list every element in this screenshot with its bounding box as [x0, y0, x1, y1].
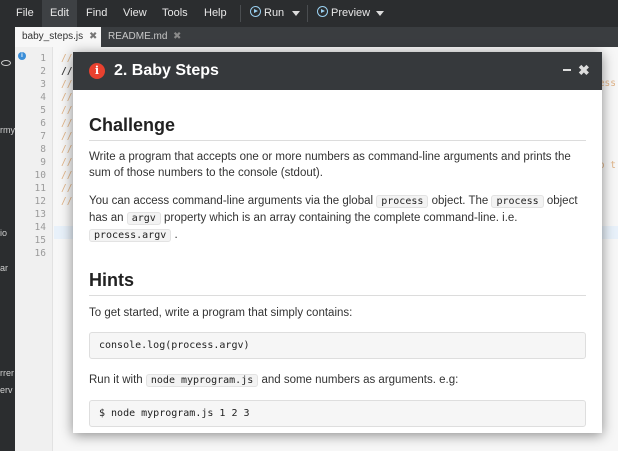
- preview-dropdown-chevron-icon[interactable]: [376, 11, 384, 16]
- dialog-title: 2. Baby Steps: [114, 62, 219, 79]
- challenge-paragraph-2: You can access command-line arguments vi…: [89, 193, 586, 244]
- dialog-header: i 2. Baby Steps ✖: [73, 52, 602, 90]
- inline-code: process: [491, 195, 544, 208]
- code-block: $ node myprogram.js 1 2 3: [89, 400, 586, 427]
- inline-code: process: [376, 195, 429, 208]
- challenge-paragraph: Write a program that accepts one or more…: [89, 151, 571, 179]
- menu-view[interactable]: View: [115, 0, 155, 27]
- minimize-icon[interactable]: [563, 69, 571, 71]
- tab-label: baby_steps.js: [22, 31, 84, 42]
- tab-readme[interactable]: README.md ✖: [101, 27, 187, 47]
- challenge-heading: Challenge: [89, 115, 176, 135]
- line-number: 10: [34, 170, 46, 181]
- line-number: 15: [34, 235, 46, 246]
- run-dropdown-chevron-icon[interactable]: [292, 11, 300, 16]
- menu-divider: [240, 5, 241, 22]
- line-number: 7: [40, 131, 46, 142]
- left-panel: rmy io ar rrer erv: [0, 27, 15, 451]
- heading-divider: [89, 295, 586, 296]
- close-tab-icon[interactable]: ✖: [89, 27, 97, 47]
- line-number: 12: [34, 196, 46, 207]
- code-line[interactable]: //: [61, 78, 72, 91]
- code-line[interactable]: //: [61, 195, 72, 208]
- hints-paragraph-2: Run it with node myprogram.js and some n…: [89, 372, 586, 389]
- inline-code: argv: [126, 212, 161, 225]
- line-number: 5: [40, 105, 46, 116]
- tab-label: README.md: [108, 31, 168, 42]
- code-line[interactable]: //: [61, 130, 72, 143]
- close-icon[interactable]: ✖: [578, 62, 590, 79]
- close-tab-icon[interactable]: ✖: [173, 27, 181, 47]
- line-number: 2: [40, 66, 46, 77]
- line-number: 13: [34, 209, 46, 220]
- heading-divider: [89, 140, 586, 141]
- panel-text-fragment: erv: [0, 385, 13, 395]
- line-number: 11: [34, 183, 46, 194]
- text-run: .: [171, 229, 178, 241]
- play-icon: [250, 6, 261, 17]
- code-line[interactable]: //: [61, 117, 72, 130]
- line-number: 4: [40, 92, 46, 103]
- code-line[interactable]: //: [61, 104, 72, 117]
- hints-heading: Hints: [89, 270, 134, 290]
- line-number: 8: [40, 144, 46, 155]
- panel-text-fragment: ar: [0, 263, 9, 273]
- code-line[interactable]: //: [61, 52, 72, 65]
- inline-code: node myprogram.js: [145, 374, 259, 387]
- menu-help[interactable]: Help: [196, 0, 235, 27]
- menu-divider: [307, 5, 308, 22]
- menu-tools[interactable]: Tools: [154, 0, 196, 27]
- line-number: 14: [34, 222, 46, 233]
- line-number: 3: [40, 79, 46, 90]
- run-button[interactable]: Run: [242, 0, 292, 27]
- eye-icon[interactable]: [1, 60, 11, 66]
- inline-code: process.argv: [89, 229, 172, 242]
- tab-bar: baby_steps.js ✖ README.md ✖: [15, 27, 618, 47]
- code-block: console.log(process.argv): [89, 332, 586, 359]
- code-line[interactable]: //: [61, 143, 72, 156]
- info-icon: i: [89, 63, 105, 79]
- menu-edit[interactable]: Edit: [42, 0, 77, 27]
- lesson-dialog: i 2. Baby Steps ✖ Challenge Write a prog…: [73, 52, 602, 433]
- preview-label: Preview: [331, 7, 371, 19]
- code-line[interactable]: //: [61, 169, 72, 182]
- code-line[interactable]: //: [61, 156, 72, 169]
- panel-text-fragment: io: [0, 228, 8, 238]
- code-line[interactable]: //: [61, 65, 72, 78]
- menu-bar: File Edit Find View Tools Help Run Previ…: [0, 0, 618, 27]
- code-line[interactable]: //: [61, 182, 72, 195]
- preview-button[interactable]: Preview: [309, 0, 378, 27]
- hints-paragraph: To get started, write a program that sim…: [89, 307, 353, 319]
- run-label: Run: [264, 7, 285, 19]
- text-run: object. The: [428, 195, 492, 207]
- line-number: 16: [34, 248, 46, 259]
- tab-baby-steps[interactable]: baby_steps.js ✖: [15, 27, 101, 47]
- text-run: You can access command-line arguments vi…: [89, 195, 377, 207]
- line-number: 6: [40, 118, 46, 129]
- text-run: and some numbers as arguments. e.g:: [258, 374, 459, 386]
- panel-text-fragment: rrer: [0, 368, 14, 378]
- play-icon: [317, 6, 328, 17]
- text-run: property which is an array containing th…: [160, 212, 518, 224]
- code-line[interactable]: //: [61, 91, 72, 104]
- line-number: 9: [40, 157, 46, 168]
- menu-find[interactable]: Find: [78, 0, 115, 27]
- panel-text-fragment: rmy: [0, 125, 15, 135]
- text-run: Run it with: [89, 374, 146, 386]
- menu-file[interactable]: File: [8, 0, 42, 27]
- line-number: 1: [40, 53, 46, 64]
